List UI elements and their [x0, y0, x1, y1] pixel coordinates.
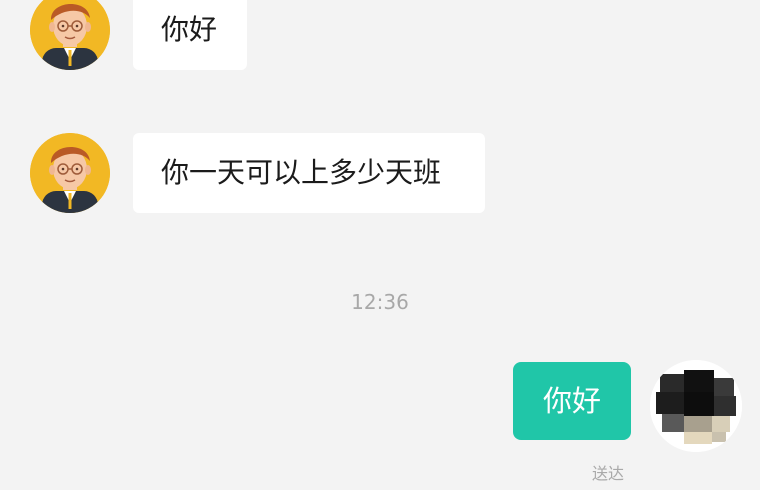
delivery-status: 送达	[591, 464, 624, 483]
message-row-sent: 你好 送达	[0, 0, 760, 490]
self-avatar[interactable]	[650, 360, 742, 452]
pixelated-self-avatar-icon	[650, 360, 742, 452]
message-text: 你好	[542, 383, 601, 418]
message-bubble-sent[interactable]: 你好	[513, 362, 631, 440]
